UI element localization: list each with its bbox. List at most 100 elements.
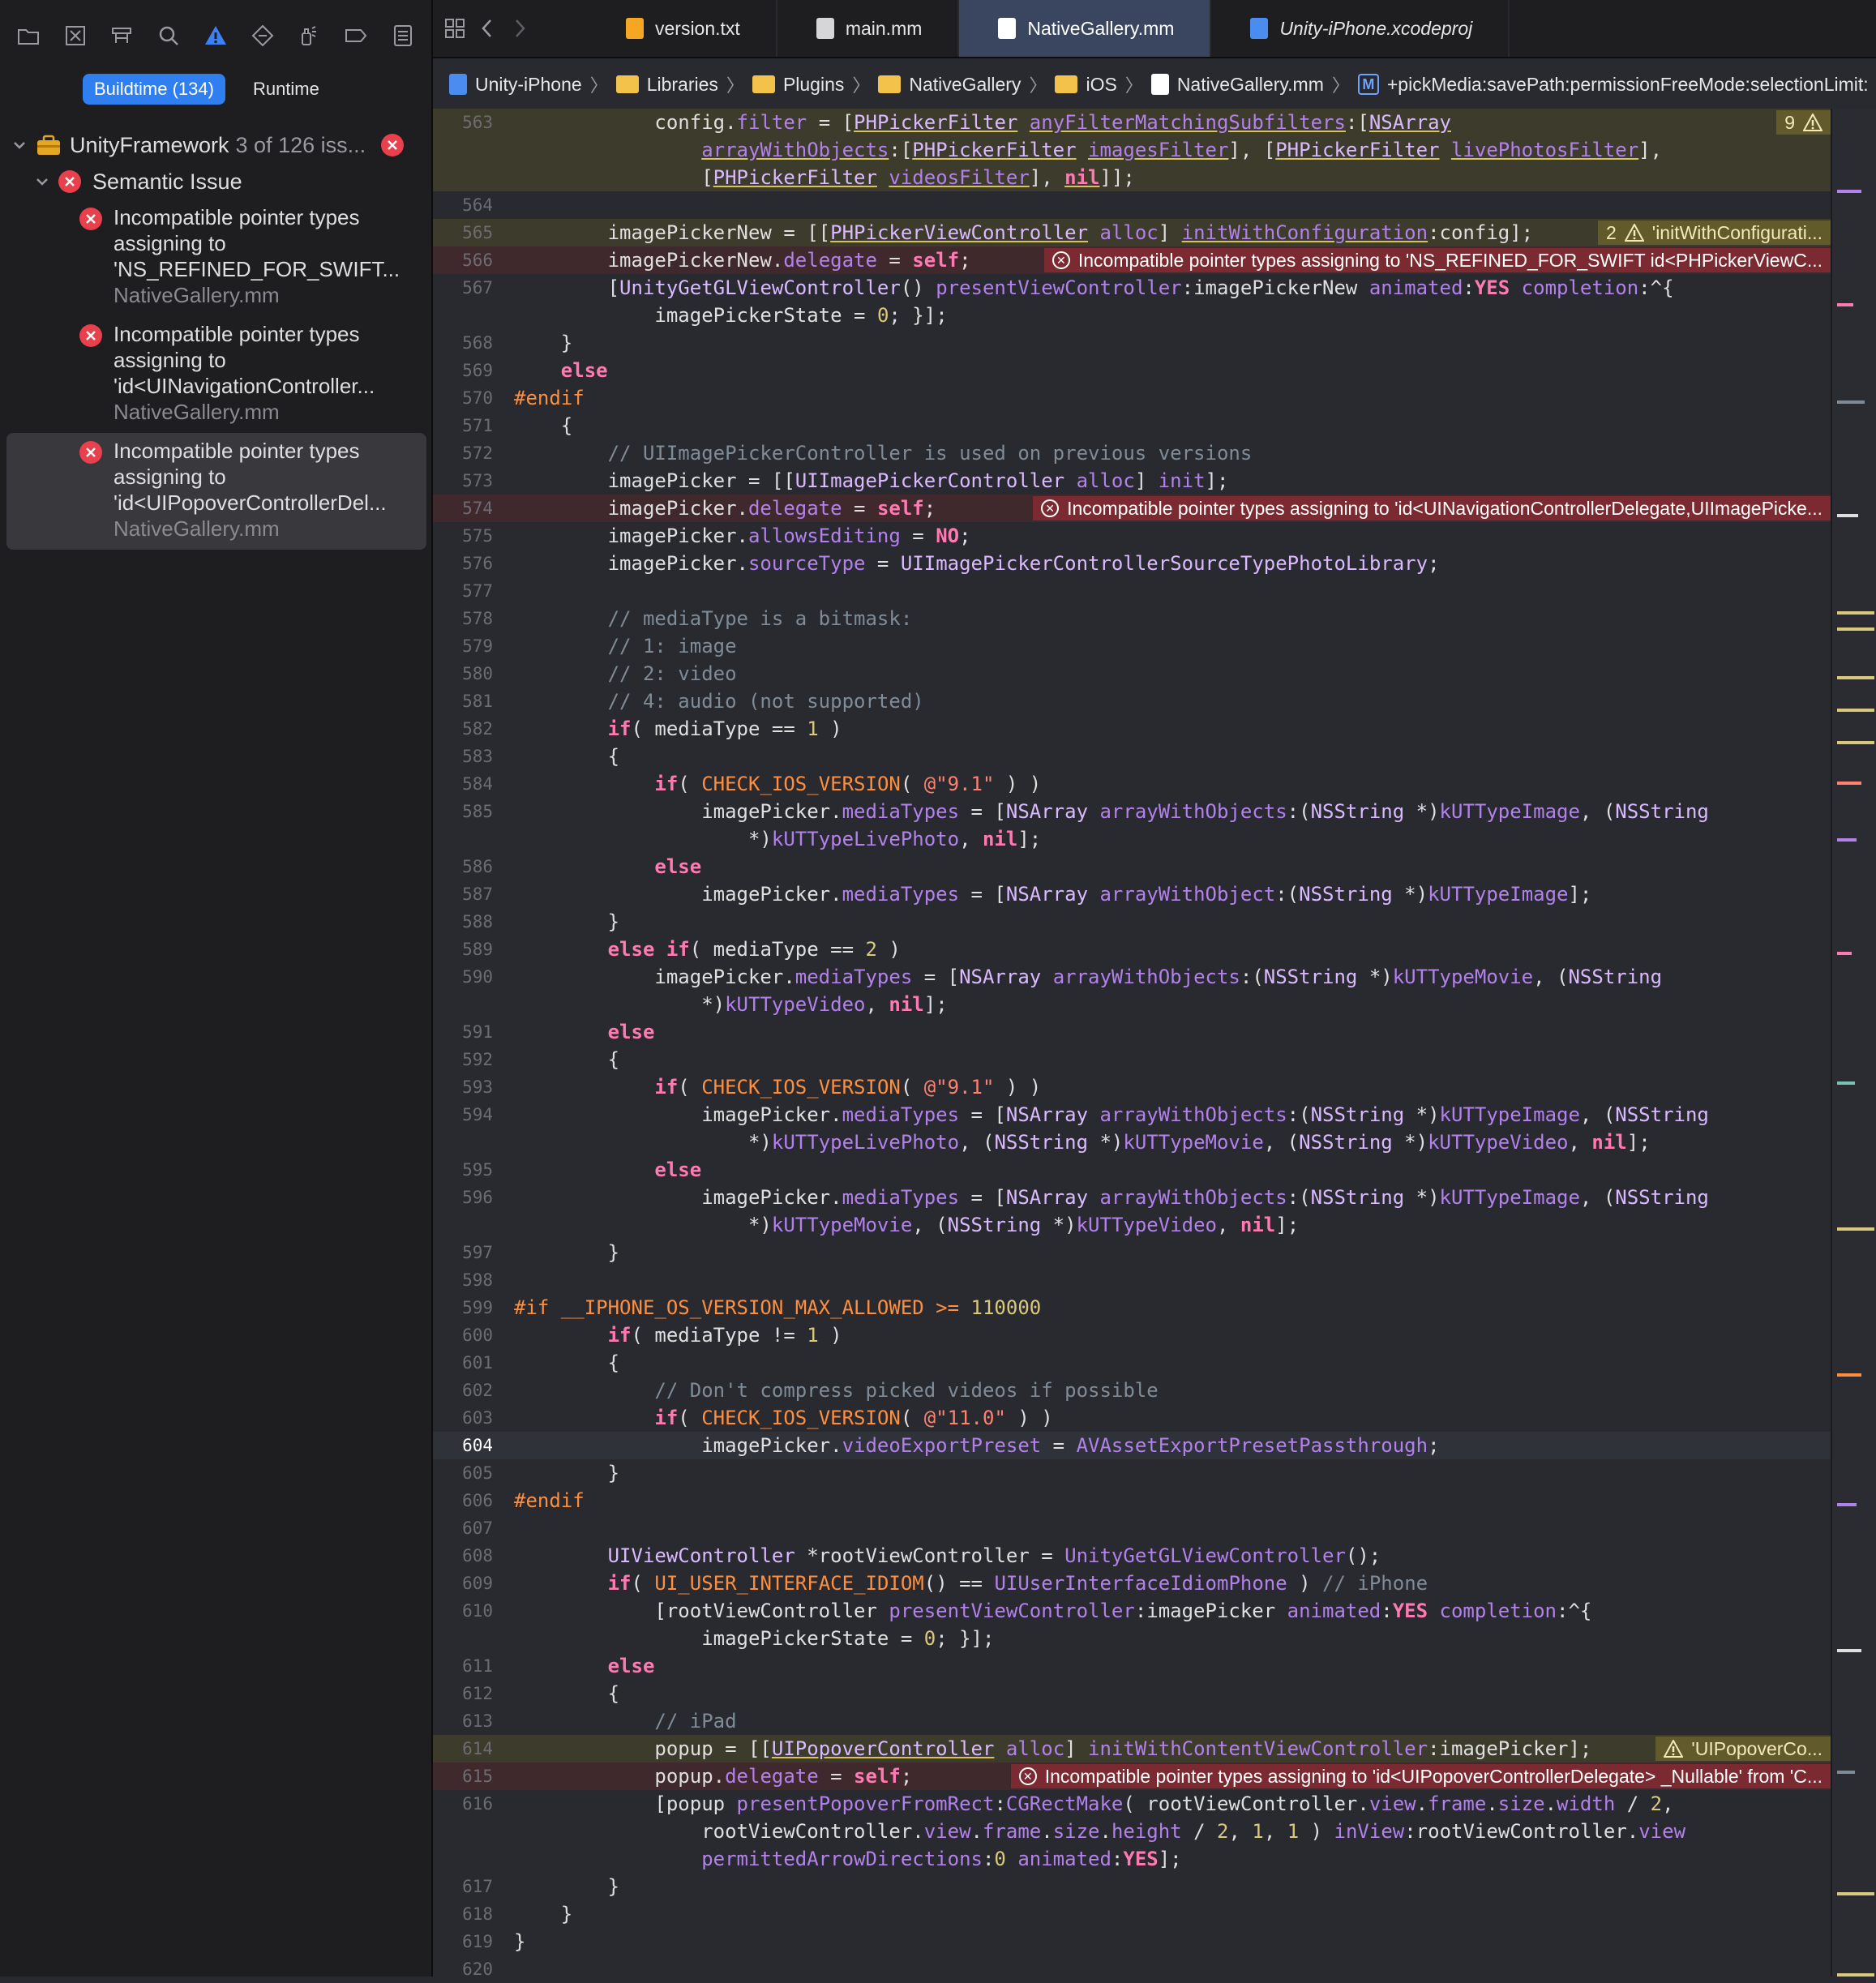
minimap[interactable] bbox=[1831, 109, 1876, 1977]
code-line[interactable]: 613 // iPad bbox=[433, 1707, 1876, 1735]
line-number[interactable]: 582 bbox=[433, 715, 493, 743]
code-line[interactable]: 575 imagePicker.allowsEditing = NO; bbox=[433, 522, 1876, 550]
code-text[interactable]: #endif bbox=[514, 1487, 1827, 1514]
grid-icon[interactable] bbox=[443, 16, 467, 41]
line-number[interactable]: 605 bbox=[433, 1459, 493, 1487]
line-number[interactable]: 618 bbox=[433, 1900, 493, 1928]
code-line[interactable]: 602 // Don't compress picked videos if p… bbox=[433, 1377, 1876, 1404]
line-number[interactable]: 564 bbox=[433, 191, 493, 219]
line-number[interactable]: 591 bbox=[433, 1018, 493, 1046]
tab-main-mm[interactable]: main.mm bbox=[777, 0, 960, 57]
code-line[interactable]: 607 bbox=[433, 1514, 1876, 1542]
code-text[interactable]: { bbox=[514, 1680, 1827, 1707]
runtime-filter-button[interactable]: Runtime bbox=[242, 74, 331, 105]
line-number[interactable]: 584 bbox=[433, 770, 493, 798]
code-line[interactable]: 617 } bbox=[433, 1873, 1876, 1900]
code-text[interactable]: imagePicker.videoExportPreset = AVAssetE… bbox=[514, 1432, 1827, 1459]
line-number[interactable]: 569 bbox=[433, 357, 493, 384]
line-number[interactable]: 573 bbox=[433, 467, 493, 495]
code-line[interactable]: 596 imagePicker.mediaTypes = [NSArray ar… bbox=[433, 1184, 1876, 1239]
code-text[interactable]: { bbox=[514, 1046, 1827, 1073]
code-line[interactable]: 570 #endif bbox=[433, 384, 1876, 412]
source-control-navigator-icon[interactable] bbox=[52, 11, 99, 60]
line-number[interactable]: 610 bbox=[433, 1597, 493, 1625]
error-annotation[interactable]: ✕ Incompatible pointer types assigning to… bbox=[1010, 1764, 1831, 1788]
code-text[interactable]: } bbox=[514, 1239, 1827, 1266]
code-line[interactable]: 587 imagePicker.mediaTypes = [NSArray ar… bbox=[433, 880, 1876, 908]
line-number[interactable]: 566 bbox=[433, 246, 493, 274]
line-number[interactable]: 570 bbox=[433, 384, 493, 412]
find-navigator-search-icon[interactable] bbox=[145, 11, 192, 60]
code-line[interactable]: 619} bbox=[433, 1928, 1876, 1955]
code-text[interactable]: } bbox=[514, 1900, 1827, 1928]
issue-navigator-warning-icon[interactable] bbox=[192, 11, 239, 60]
code-text[interactable]: else bbox=[514, 1156, 1827, 1184]
line-number[interactable]: 589 bbox=[433, 936, 493, 963]
chevron-down-icon[interactable] bbox=[34, 173, 50, 190]
line-number[interactable]: 603 bbox=[433, 1404, 493, 1432]
code-text[interactable]: { bbox=[514, 1349, 1827, 1377]
code-line[interactable]: 620 bbox=[433, 1955, 1876, 1983]
code-line[interactable]: 563 config.filter = [PHPickerFilter anyF… bbox=[433, 109, 1876, 191]
line-number[interactable]: 602 bbox=[433, 1377, 493, 1404]
code-line[interactable]: 591 else bbox=[433, 1018, 1876, 1046]
code-line[interactable]: 605 } bbox=[433, 1459, 1876, 1487]
code-text[interactable]: #if __IPHONE_OS_VERSION_MAX_ALLOWED >= 1… bbox=[514, 1294, 1827, 1321]
line-number[interactable]: 617 bbox=[433, 1873, 493, 1900]
line-number[interactable]: 600 bbox=[433, 1321, 493, 1349]
code-line[interactable]: 606 #endif bbox=[433, 1487, 1876, 1514]
code-text[interactable]: else bbox=[514, 1018, 1827, 1046]
line-number[interactable]: 578 bbox=[433, 605, 493, 632]
breadcrumb-folder[interactable]: Plugins bbox=[752, 74, 844, 96]
code-line[interactable]: 586 else bbox=[433, 853, 1876, 880]
line-number[interactable]: 576 bbox=[433, 550, 493, 577]
code-line[interactable]: 610 [rootViewController presentViewContr… bbox=[433, 1597, 1876, 1652]
warning-annotation[interactable]: 'UIPopoverCo... bbox=[1655, 1737, 1831, 1761]
warning-annotation[interactable]: 9 bbox=[1776, 110, 1831, 135]
code-text[interactable]: else if( mediaType == 2 ) bbox=[514, 936, 1827, 963]
code-line[interactable]: 568 } bbox=[433, 329, 1876, 357]
test-navigator-diamond-icon[interactable] bbox=[239, 11, 286, 60]
code-text[interactable]: } bbox=[514, 329, 1827, 357]
code-area[interactable]: 563 config.filter = [PHPickerFilter anyF… bbox=[433, 109, 1876, 1979]
line-number[interactable]: 609 bbox=[433, 1570, 493, 1597]
forward-chevron-icon[interactable] bbox=[508, 16, 532, 41]
breadcrumb-folder[interactable]: Libraries bbox=[615, 74, 718, 96]
code-line[interactable]: 614 popup = [[UIPopoverController alloc]… bbox=[433, 1735, 1876, 1762]
code-text[interactable]: imagePicker.mediaTypes = [NSArray arrayW… bbox=[514, 1184, 1827, 1239]
code-line[interactable]: 590 imagePicker.mediaTypes = [NSArray ar… bbox=[433, 963, 1876, 1018]
code-line[interactable]: 583 { bbox=[433, 743, 1876, 770]
code-text[interactable]: // iPad bbox=[514, 1707, 1827, 1735]
code-text[interactable]: imagePicker.mediaTypes = [NSArray arrayW… bbox=[514, 1101, 1827, 1156]
line-number[interactable]: 596 bbox=[433, 1184, 493, 1211]
line-number[interactable]: 611 bbox=[433, 1652, 493, 1680]
code-text[interactable]: [rootViewController presentViewControlle… bbox=[514, 1597, 1827, 1652]
code-text[interactable]: // Don't compress picked videos if possi… bbox=[514, 1377, 1827, 1404]
tab-xcodeproj[interactable]: Unity-iPhone.xcodeproj bbox=[1211, 0, 1510, 57]
code-text[interactable]: // UIImagePickerController is used on pr… bbox=[514, 439, 1827, 467]
issue-item-selected[interactable]: Incompatible pointer types assigning to … bbox=[6, 433, 426, 550]
line-number[interactable]: 563 bbox=[433, 109, 493, 136]
line-number[interactable]: 567 bbox=[433, 274, 493, 302]
code-line[interactable]: 580 // 2: video bbox=[433, 660, 1876, 687]
code-text[interactable]: } bbox=[514, 1873, 1827, 1900]
code-line[interactable]: 598 bbox=[433, 1266, 1876, 1294]
line-number[interactable]: 581 bbox=[433, 687, 493, 715]
code-text[interactable]: } bbox=[514, 1459, 1827, 1487]
line-number[interactable]: 577 bbox=[433, 577, 493, 605]
code-line[interactable]: 574 imagePicker.delegate = self; ✕ Incompa… bbox=[433, 495, 1876, 522]
line-number[interactable]: 608 bbox=[433, 1542, 493, 1570]
code-line[interactable]: 597 } bbox=[433, 1239, 1876, 1266]
code-line[interactable]: 576 imagePicker.sourceType = UIImagePick… bbox=[433, 550, 1876, 577]
issue-group-row[interactable]: UnityFramework 3 of 126 iss... bbox=[0, 126, 431, 164]
code-line[interactable]: 608 UIViewController *rootViewController… bbox=[433, 1542, 1876, 1570]
line-number[interactable]: 574 bbox=[433, 495, 493, 522]
code-line[interactable]: 578 // mediaType is a bitmask: bbox=[433, 605, 1876, 632]
line-number[interactable]: 607 bbox=[433, 1514, 493, 1542]
code-line[interactable]: 573 imagePicker = [[UIImagePickerControl… bbox=[433, 467, 1876, 495]
code-line[interactable]: 566 imagePickerNew.delegate = self; ✕ Inco… bbox=[433, 246, 1876, 274]
code-text[interactable]: if( mediaType == 1 ) bbox=[514, 715, 1827, 743]
line-number[interactable]: 597 bbox=[433, 1239, 493, 1266]
code-text[interactable]: imagePicker.mediaTypes = [NSArray arrayW… bbox=[514, 798, 1827, 853]
line-number[interactable]: 601 bbox=[433, 1349, 493, 1377]
